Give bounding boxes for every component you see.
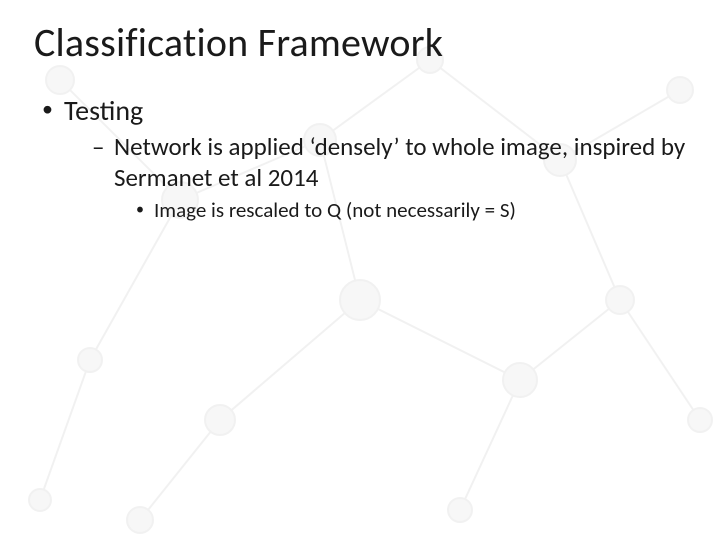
slide-content: Classification Framework Testing Network… bbox=[0, 0, 720, 223]
bullet-l2: Network is applied ‘densely’ to whole im… bbox=[92, 132, 686, 223]
bullet-l1: Testing Network is applied ‘densely’ to … bbox=[38, 93, 686, 223]
bullet-l1-text: Testing bbox=[64, 93, 143, 128]
bullet-l3-text: Image is rescaled to Q (not necessarily … bbox=[154, 197, 516, 223]
bullet-l3: Image is rescaled to Q (not necessarily … bbox=[134, 197, 686, 223]
slide-title: Classification Framework bbox=[34, 18, 686, 67]
bullet-list: Testing Network is applied ‘densely’ to … bbox=[38, 93, 686, 223]
bullet-l2-text: Network is applied ‘densely’ to whole im… bbox=[114, 131, 685, 193]
